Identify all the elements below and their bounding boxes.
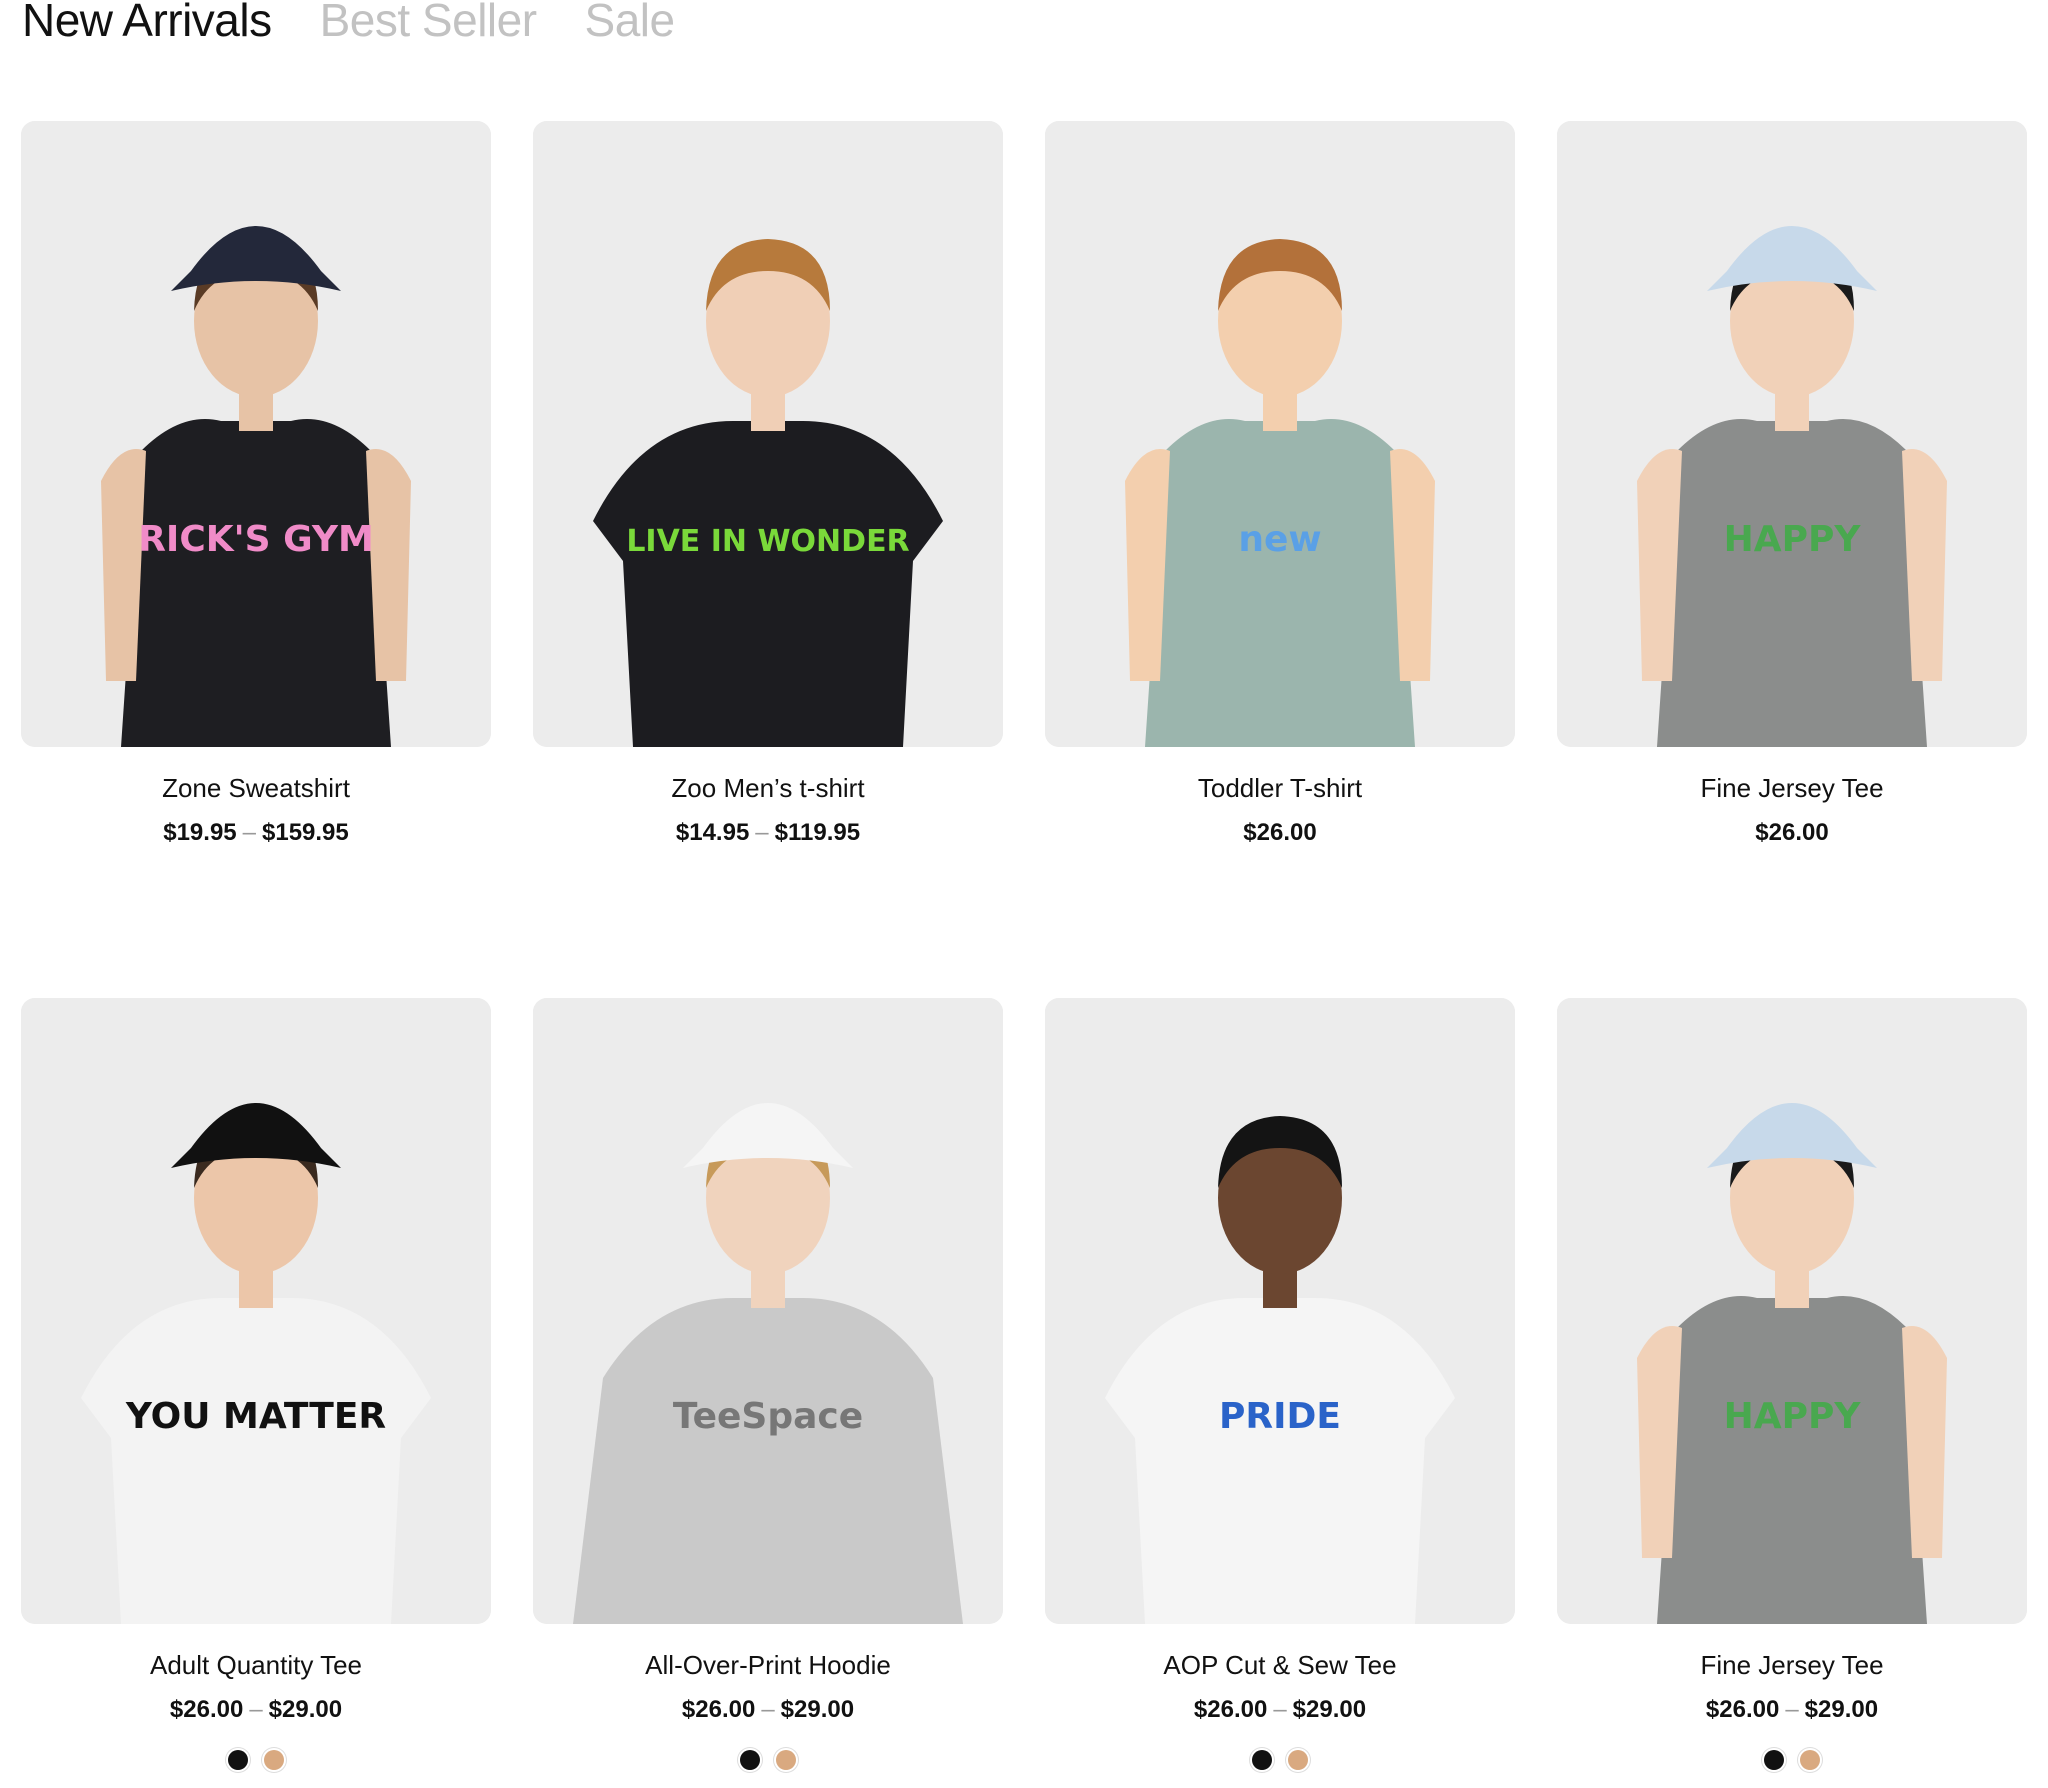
- price-max: $29.00: [1292, 1696, 1367, 1723]
- price-min: $26.00: [1193, 1696, 1268, 1723]
- product-name[interactable]: Toddler T-shirt: [1045, 773, 1515, 804]
- product-name[interactable]: All-Over-Print Hoodie: [533, 1650, 1003, 1681]
- product-image[interactable]: PRIDE: [1045, 998, 1515, 1624]
- product-price: $26.00– $29.00: [533, 1696, 1003, 1724]
- price-max: $29.00: [780, 1696, 855, 1723]
- swatch-tan[interactable]: [264, 1750, 284, 1770]
- product-price: $26.00– $29.00: [1045, 1696, 1515, 1724]
- garment-print: HAPPY: [1724, 519, 1862, 560]
- product-name[interactable]: Adult Quantity Tee: [21, 1650, 491, 1681]
- tab-sale[interactable]: Sale: [585, 0, 676, 46]
- price-min: $14.95: [675, 819, 750, 846]
- product-image[interactable]: LIVE IN WONDER: [533, 121, 1003, 747]
- price-range-separator: –: [1273, 1696, 1287, 1723]
- price-max: $29.00: [1804, 1696, 1879, 1723]
- price-range-separator: –: [242, 819, 256, 846]
- price-max: $29.00: [268, 1696, 343, 1723]
- swatch-tan[interactable]: [1288, 1750, 1308, 1770]
- product-price: $26.00– $29.00: [21, 1696, 491, 1724]
- swatch-black[interactable]: [228, 1750, 248, 1770]
- garment-print: RICK'S GYM: [138, 519, 374, 560]
- swatch-black[interactable]: [1764, 1750, 1784, 1770]
- price-max: $119.95: [774, 819, 861, 846]
- price-min: $26.00: [1243, 819, 1317, 846]
- garment-print: PRIDE: [1219, 1396, 1341, 1437]
- price-min: $19.95: [163, 819, 237, 846]
- price-range-separator: –: [755, 819, 769, 846]
- garment-print: TeeSpace: [673, 1396, 863, 1437]
- color-swatches: [1045, 1750, 1515, 1770]
- product-name[interactable]: AOP Cut & Sew Tee: [1045, 1650, 1515, 1681]
- swatch-black[interactable]: [740, 1750, 760, 1770]
- price-min: $26.00: [169, 1696, 244, 1723]
- tab-new-arrivals[interactable]: New Arrivals: [22, 0, 272, 46]
- price-max: $159.95: [262, 819, 349, 846]
- product-price: $26.00– $29.00: [1557, 1696, 2027, 1724]
- product-price: $26.00: [1045, 819, 1515, 847]
- product-image[interactable]: HAPPY: [1557, 121, 2027, 747]
- tab-best-seller[interactable]: Best Seller: [320, 0, 537, 46]
- price-range-separator: –: [761, 1696, 775, 1723]
- product-price: $14.95– $119.95: [533, 819, 1003, 847]
- collection-tabs: New Arrivals Best Seller Sale: [22, 0, 675, 46]
- price-range-separator: –: [1785, 1696, 1799, 1723]
- product-image[interactable]: RICK'S GYM: [21, 121, 491, 747]
- product-image[interactable]: TeeSpace: [533, 998, 1003, 1624]
- price-min: $26.00: [1705, 1696, 1780, 1723]
- garment-print: LIVE IN WONDER: [626, 524, 909, 559]
- product-image[interactable]: YOU MATTER: [21, 998, 491, 1624]
- product-price: $26.00: [1557, 819, 2027, 847]
- product-image[interactable]: new: [1045, 121, 1515, 747]
- product-name[interactable]: Zone Sweatshirt: [21, 773, 491, 804]
- product-name[interactable]: Fine Jersey Tee: [1557, 1650, 2027, 1681]
- color-swatches: [533, 1750, 1003, 1770]
- price-min: $26.00: [681, 1696, 756, 1723]
- color-swatches: [1557, 1750, 2027, 1770]
- swatch-tan[interactable]: [776, 1750, 796, 1770]
- product-name[interactable]: Zoo Men’s t-shirt: [533, 773, 1003, 804]
- swatch-tan[interactable]: [1800, 1750, 1820, 1770]
- swatch-black[interactable]: [1252, 1750, 1272, 1770]
- price-range-separator: –: [249, 1696, 263, 1723]
- product-name[interactable]: Fine Jersey Tee: [1557, 773, 2027, 804]
- product-price: $19.95– $159.95: [21, 819, 491, 847]
- garment-print: new: [1238, 519, 1321, 560]
- product-image[interactable]: HAPPY: [1557, 998, 2027, 1624]
- color-swatches: [21, 1750, 491, 1770]
- garment-print: YOU MATTER: [125, 1396, 386, 1437]
- price-min: $26.00: [1755, 819, 1829, 846]
- garment-print: HAPPY: [1724, 1396, 1862, 1437]
